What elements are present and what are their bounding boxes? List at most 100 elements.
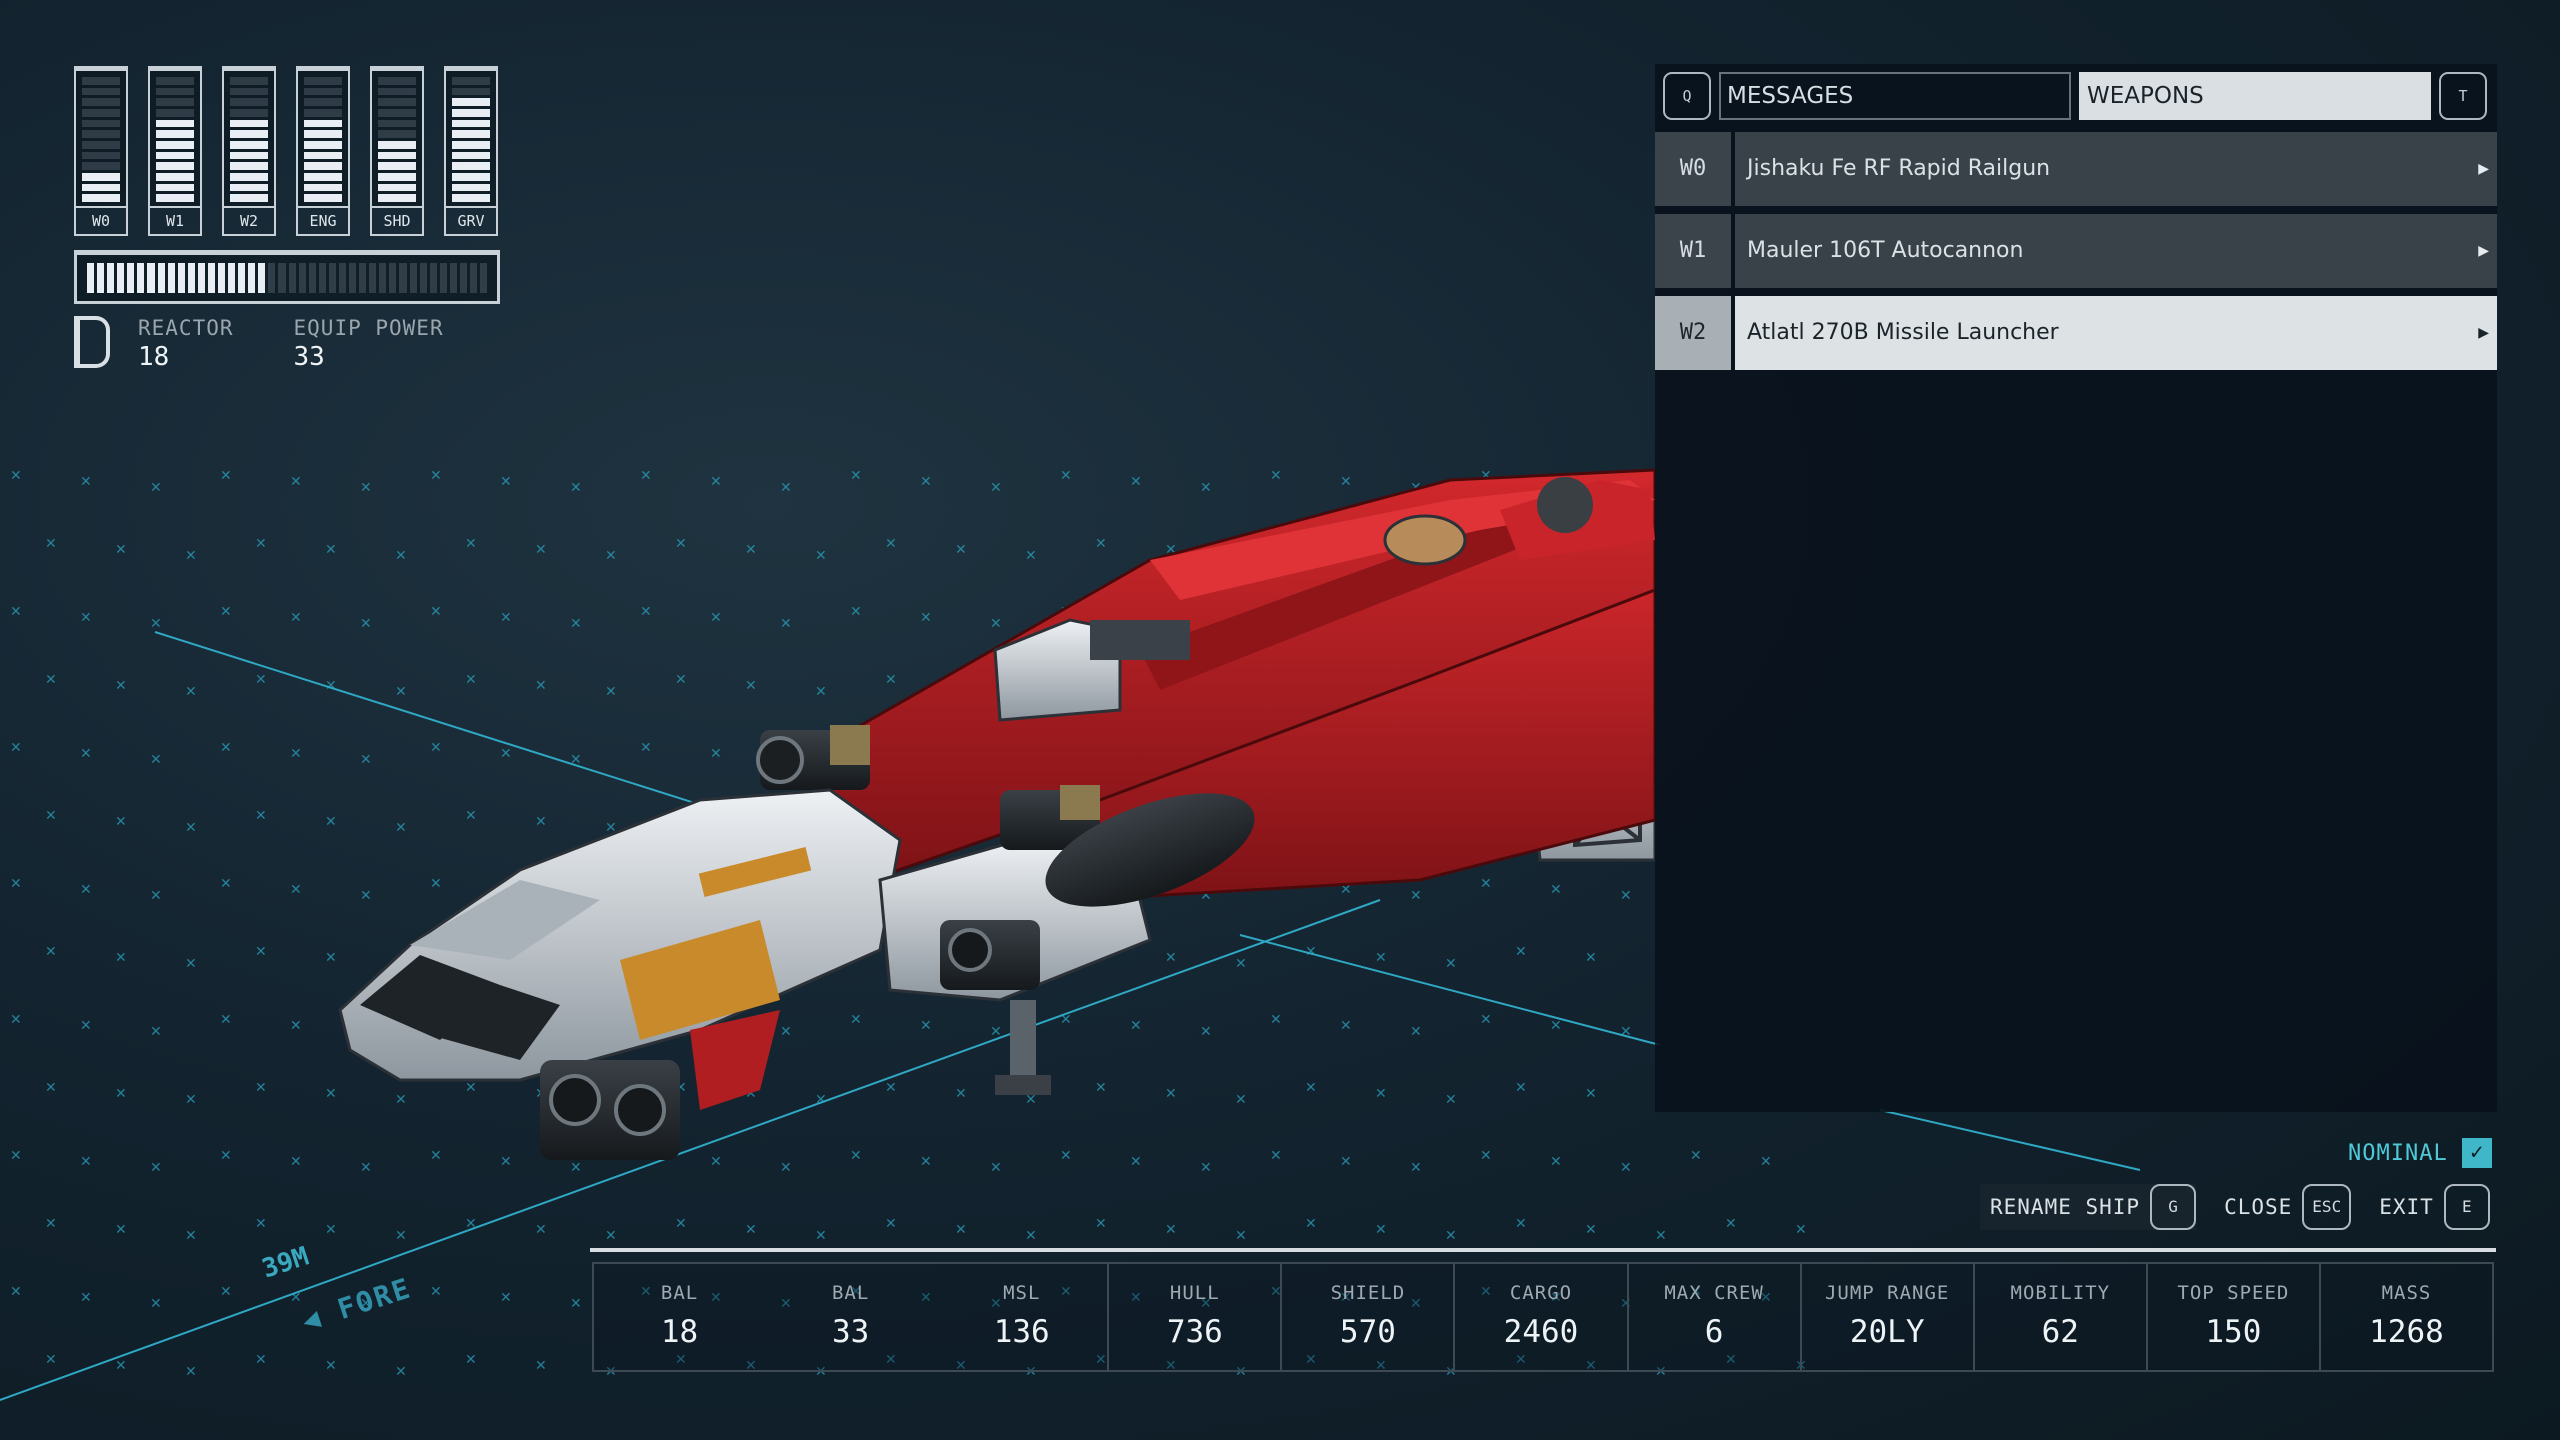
weapon-slot: W2 — [1655, 296, 1731, 370]
close-button[interactable]: CLOSE ESC — [2224, 1184, 2352, 1230]
grid-mark: ✕ — [290, 1154, 302, 1170]
rename-ship-button[interactable]: RENAME SHIP G — [1980, 1184, 2197, 1230]
grid-mark: ✕ — [10, 604, 22, 620]
grid-mark: ✕ — [1760, 1154, 1772, 1170]
power-segment — [82, 87, 120, 96]
grid-mark: ✕ — [255, 536, 267, 552]
reactor-segment — [449, 263, 457, 293]
grid-mark: ✕ — [1130, 474, 1142, 490]
grid-mark: ✕ — [220, 1012, 232, 1028]
grid-mark: ✕ — [10, 876, 22, 892]
grid-mark: ✕ — [1060, 468, 1072, 484]
power-segment — [378, 140, 416, 149]
reactor-segment — [127, 263, 135, 293]
grid-mark: ✕ — [325, 1086, 337, 1102]
grid-mark: ✕ — [1725, 1216, 1737, 1232]
grid-mark: ✕ — [45, 672, 57, 688]
power-segment — [378, 130, 416, 138]
tab-weapons[interactable]: WEAPONS — [2079, 72, 2431, 120]
reactor-segment — [238, 263, 246, 293]
grid-mark: ✕ — [45, 1216, 57, 1232]
grid-mark: ✕ — [1375, 1222, 1387, 1238]
rename-ship-key: G — [2150, 1184, 2197, 1230]
power-segment — [156, 119, 194, 128]
grid-mark: ✕ — [1340, 1154, 1352, 1170]
reactor-segment — [469, 263, 478, 293]
reactor-segment — [97, 263, 105, 293]
grid-mark: ✕ — [255, 1352, 267, 1368]
grid-mark: ✕ — [675, 1216, 687, 1232]
power-bar-w0[interactable]: W0 — [74, 66, 128, 236]
grid-mark: ✕ — [115, 678, 127, 694]
power-segment — [156, 108, 194, 117]
stat-value: 1268 — [2369, 1314, 2444, 1350]
grid-mark: ✕ — [185, 1228, 197, 1244]
grid-mark: ✕ — [605, 1228, 617, 1244]
grid-mark: ✕ — [80, 746, 92, 762]
grid-mark: ✕ — [920, 1154, 932, 1170]
power-segment — [230, 194, 268, 202]
grid-mark: ✕ — [1410, 888, 1422, 904]
grid-mark: ✕ — [1515, 1080, 1527, 1096]
reactor-segment — [318, 263, 326, 293]
power-segment — [452, 183, 490, 192]
grid-mark: ✕ — [1130, 1154, 1142, 1170]
power-bar-w2[interactable]: W2 — [222, 66, 276, 236]
grid-mark: ✕ — [290, 1018, 302, 1034]
grid-mark: ✕ — [115, 1358, 127, 1374]
power-segment — [82, 162, 120, 170]
power-segment — [378, 151, 416, 160]
grid-mark: ✕ — [920, 1018, 932, 1034]
stat-value: 736 — [1166, 1314, 1223, 1350]
power-segment — [378, 183, 416, 192]
stat-value: 18 — [660, 1314, 699, 1350]
stat-value: 136 — [993, 1314, 1050, 1350]
power-bar-w1[interactable]: W1 — [148, 66, 202, 236]
grid-mark: ✕ — [1025, 1228, 1037, 1244]
grid-mark: ✕ — [80, 1290, 92, 1306]
grid-mark: ✕ — [500, 610, 512, 626]
power-segment — [82, 76, 120, 85]
grid-mark: ✕ — [80, 1018, 92, 1034]
grid-mark: ✕ — [990, 1160, 1002, 1176]
power-segment — [304, 76, 342, 85]
power-bar-eng[interactable]: ENG — [296, 66, 350, 236]
reactor-segment — [369, 263, 377, 293]
grid-mark: ✕ — [10, 740, 22, 756]
grid-mark: ✕ — [1305, 1216, 1317, 1232]
grid-mark: ✕ — [1025, 548, 1037, 564]
grid-mark: ✕ — [80, 474, 92, 490]
reactor-value: 18 — [138, 342, 170, 372]
grid-mark: ✕ — [220, 1284, 232, 1300]
grid-mark: ✕ — [500, 474, 512, 490]
grid-mark: ✕ — [710, 610, 722, 626]
weapon-row-w0[interactable]: W0 Jishaku Fe RF Rapid Railgun ▶ — [1655, 132, 2497, 206]
next-tab-key[interactable]: T — [2439, 72, 2487, 120]
grid-mark: ✕ — [360, 1160, 372, 1176]
grid-mark: ✕ — [10, 1284, 22, 1300]
weapon-slot: W1 — [1655, 214, 1731, 288]
grid-mark: ✕ — [1270, 468, 1282, 484]
power-segment — [452, 140, 490, 149]
prev-tab-key[interactable]: Q — [1663, 72, 1711, 120]
tab-messages[interactable]: MESSAGES — [1719, 72, 2071, 120]
reactor-segment — [157, 263, 165, 293]
grid-mark: ✕ — [395, 1364, 407, 1380]
power-segment — [156, 183, 194, 192]
stat-mobility: MOBILITY 62 — [1975, 1264, 2148, 1370]
stat-label: BAL — [660, 1282, 699, 1304]
grid-mark: ✕ — [220, 1148, 232, 1164]
caret-right-icon: ▶ — [2478, 325, 2489, 341]
grid-mark: ✕ — [780, 616, 792, 632]
grid-mark: ✕ — [430, 1148, 442, 1164]
weapon-row-w1[interactable]: W1 Mauler 106T Autocannon ▶ — [1655, 214, 2497, 288]
reactor-segment — [338, 263, 347, 293]
power-bar-grv[interactable]: GRV — [444, 66, 498, 236]
grid-mark: ✕ — [80, 1154, 92, 1170]
power-segment — [82, 98, 120, 106]
weapon-row-w2[interactable]: W2 Atlatl 270B Missile Launcher ▶ — [1655, 296, 2497, 370]
stat-top-speed: TOP SPEED 150 — [2148, 1264, 2321, 1370]
grid-mark: ✕ — [815, 548, 827, 564]
exit-button[interactable]: EXIT E — [2379, 1184, 2490, 1230]
power-bar-shd[interactable]: SHD — [370, 66, 424, 236]
